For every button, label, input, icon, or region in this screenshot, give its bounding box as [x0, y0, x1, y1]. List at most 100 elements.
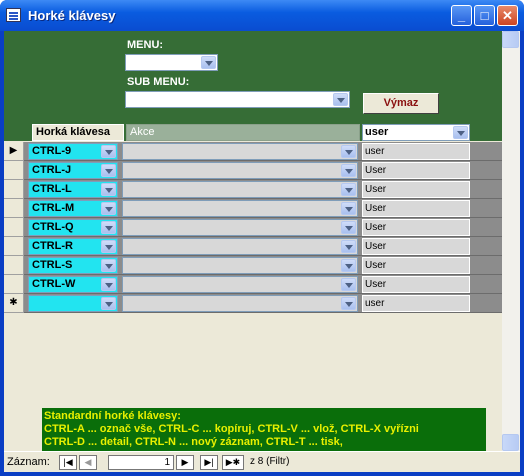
table-row[interactable]: ▶ CTRL-9 user: [4, 142, 502, 161]
column-header-hotkey: Horká klávesa: [32, 124, 124, 141]
column-header-action: Akce: [126, 124, 360, 141]
new-record-button[interactable]: ▶✱: [222, 455, 244, 470]
chevron-down-icon[interactable]: [341, 183, 356, 196]
hotkey-value: CTRL-W: [32, 278, 76, 290]
hotkey-combo[interactable]: CTRL-W: [28, 276, 118, 293]
hotkey-combo[interactable]: CTRL-M: [28, 200, 118, 217]
chevron-down-icon[interactable]: [333, 93, 348, 106]
chevron-down-icon[interactable]: [101, 259, 116, 272]
action-combo[interactable]: [122, 200, 358, 217]
hotkeys-help-box: Standardní horké klávesy: CTRL-A ... ozn…: [42, 408, 486, 451]
chevron-down-icon[interactable]: [101, 278, 116, 291]
action-combo[interactable]: [122, 257, 358, 274]
hotkey-combo[interactable]: [28, 295, 118, 312]
user-field[interactable]: User: [362, 162, 470, 179]
submenu-combo[interactable]: [125, 91, 350, 108]
table-row[interactable]: CTRL-R User: [4, 237, 502, 256]
chevron-down-icon[interactable]: [101, 164, 116, 177]
chevron-down-icon[interactable]: [101, 240, 116, 253]
chevron-down-icon[interactable]: [341, 259, 356, 272]
chevron-down-icon[interactable]: [101, 202, 116, 215]
user-field[interactable]: User: [362, 200, 470, 217]
previous-record-button[interactable]: ◀: [79, 455, 97, 470]
table-row[interactable]: CTRL-M User: [4, 199, 502, 218]
row-selector[interactable]: [4, 180, 24, 199]
hotkey-combo[interactable]: CTRL-S: [28, 257, 118, 274]
user-field[interactable]: User: [362, 257, 470, 274]
chevron-down-icon[interactable]: [341, 278, 356, 291]
hotkey-combo[interactable]: CTRL-J: [28, 162, 118, 179]
next-record-button[interactable]: ▶: [176, 455, 194, 470]
title-bar[interactable]: Horké klávesy _ □ ✕: [0, 0, 524, 31]
scroll-up-button[interactable]: [502, 31, 519, 48]
row-selector[interactable]: [4, 218, 24, 237]
chevron-down-icon[interactable]: [201, 56, 216, 69]
hotkey-value: CTRL-R: [32, 240, 73, 252]
help-line-1: CTRL-A ... označ vše, CTRL-C ... kopíruj…: [44, 423, 419, 435]
hotkey-combo[interactable]: CTRL-9: [28, 143, 118, 160]
chevron-down-icon[interactable]: [101, 297, 116, 310]
user-field[interactable]: user: [362, 143, 470, 160]
last-record-button[interactable]: ▶|: [200, 455, 218, 470]
hotkey-combo[interactable]: CTRL-R: [28, 238, 118, 255]
close-button[interactable]: ✕: [497, 5, 518, 26]
user-filter-combo[interactable]: user: [362, 124, 470, 141]
first-record-button[interactable]: |◀: [59, 455, 77, 470]
row-selector[interactable]: ▶: [4, 142, 24, 161]
scroll-down-button[interactable]: [502, 434, 519, 451]
table-row[interactable]: CTRL-S User: [4, 256, 502, 275]
action-combo[interactable]: [122, 295, 358, 312]
chevron-down-icon[interactable]: [341, 145, 356, 158]
chevron-down-icon[interactable]: [101, 145, 116, 158]
table-row[interactable]: CTRL-J User: [4, 161, 502, 180]
window-title: Horké klávesy: [28, 8, 116, 23]
clear-button[interactable]: Výmaz: [363, 93, 439, 114]
vertical-scrollbar[interactable]: [502, 31, 520, 451]
maximize-button[interactable]: □: [474, 5, 495, 26]
detail-section: ▶ CTRL-9 user CTRL-J User CTRL-L User CTRL-M Use…: [4, 141, 502, 451]
chevron-down-icon[interactable]: [101, 221, 116, 234]
row-selector[interactable]: [4, 275, 24, 294]
chevron-down-icon[interactable]: [341, 297, 356, 310]
user-field[interactable]: User: [362, 238, 470, 255]
user-field[interactable]: User: [362, 219, 470, 236]
action-combo[interactable]: [122, 219, 358, 236]
chevron-down-icon[interactable]: [341, 202, 356, 215]
form-client-area: MENU: SUB MENU: Výmaz Horká klávesa Akce…: [4, 31, 520, 472]
hotkey-value: CTRL-9: [32, 145, 72, 157]
table-row[interactable]: CTRL-Q User: [4, 218, 502, 237]
menu-combo[interactable]: [125, 54, 218, 71]
help-line-2: CTRL-D ... detail, CTRL-N ... nový zázna…: [44, 436, 343, 448]
user-field[interactable]: user: [362, 295, 470, 312]
chevron-down-icon[interactable]: [101, 183, 116, 196]
action-combo[interactable]: [122, 143, 358, 160]
table-row[interactable]: ✱ user: [4, 294, 502, 313]
table-row[interactable]: CTRL-L User: [4, 180, 502, 199]
window: Horké klávesy _ □ ✕ MENU: SUB MENU: Výma…: [0, 0, 524, 476]
record-navigation-bar: Záznam: |◀ ◀ 1 ▶ ▶| ▶✱ z 8 (Filtr): [4, 451, 520, 472]
row-selector[interactable]: ✱: [4, 294, 24, 313]
action-combo[interactable]: [122, 276, 358, 293]
hotkey-combo[interactable]: CTRL-Q: [28, 219, 118, 236]
hotkey-value: CTRL-J: [32, 164, 72, 176]
chevron-down-icon[interactable]: [341, 221, 356, 234]
submenu-label: SUB MENU:: [127, 76, 190, 88]
action-combo[interactable]: [122, 181, 358, 198]
table-row[interactable]: CTRL-W User: [4, 275, 502, 294]
hotkey-value: CTRL-S: [32, 259, 73, 271]
record-count: z 8 (Filtr): [250, 456, 290, 467]
row-selector[interactable]: [4, 199, 24, 218]
row-selector[interactable]: [4, 161, 24, 180]
row-selector[interactable]: [4, 256, 24, 275]
current-record-field[interactable]: 1: [108, 455, 174, 470]
chevron-down-icon[interactable]: [341, 240, 356, 253]
action-combo[interactable]: [122, 162, 358, 179]
user-field[interactable]: User: [362, 181, 470, 198]
minimize-button[interactable]: _: [451, 5, 472, 26]
hotkey-combo[interactable]: CTRL-L: [28, 181, 118, 198]
chevron-down-icon[interactable]: [341, 164, 356, 177]
action-combo[interactable]: [122, 238, 358, 255]
user-field[interactable]: User: [362, 276, 470, 293]
row-selector[interactable]: [4, 237, 24, 256]
chevron-down-icon[interactable]: [453, 126, 468, 139]
